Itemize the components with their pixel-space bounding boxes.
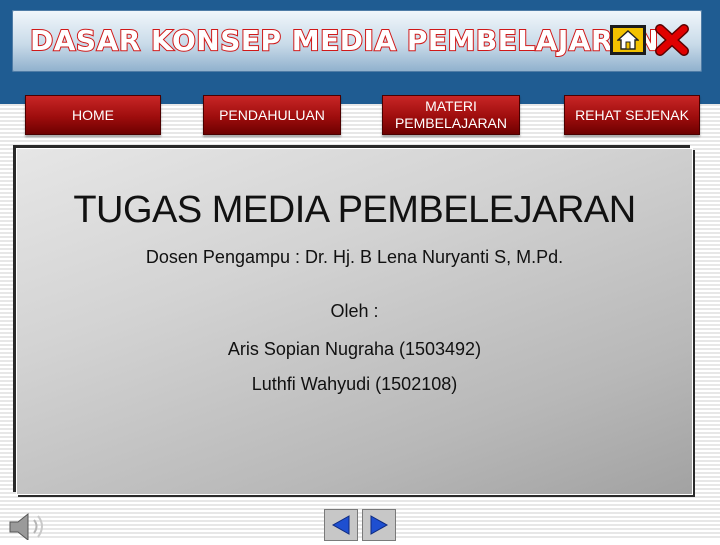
close-button[interactable] <box>654 24 690 56</box>
content-panel: TUGAS MEDIA PEMBELEJARAN Dosen Pengampu … <box>16 148 693 495</box>
nav-pendahuluan-button[interactable]: PENDAHULUAN <box>203 95 341 135</box>
nav-bar: HOME PENDAHULUAN MATERI PEMBELAJARAN REH… <box>0 95 720 135</box>
home-button[interactable] <box>610 25 646 55</box>
speaker-icon <box>9 512 43 542</box>
content-title: TUGAS MEDIA PEMBELEJARAN <box>73 189 636 231</box>
close-icon <box>655 24 689 56</box>
arrow-left-icon <box>331 515 350 535</box>
oleh-text: Oleh : <box>330 301 379 321</box>
header-bar: DASAR KONSEP MEDIA PEMBELAJARAN <box>0 0 720 104</box>
nav-home-button[interactable]: HOME <box>25 95 161 135</box>
home-icon <box>617 30 639 50</box>
nav-materi-button[interactable]: MATERI PEMBELAJARAN <box>382 95 520 135</box>
nav-rehat-button[interactable]: REHAT SEJENAK <box>564 95 700 135</box>
arrow-right-icon <box>370 515 389 535</box>
next-button[interactable] <box>362 509 396 541</box>
student-name: Aris Sopian Nugraha (1503492) <box>227 339 482 359</box>
prev-button[interactable] <box>324 509 358 541</box>
student-name: Luthfi Wahyudi (1502108) <box>251 374 458 394</box>
speaker-button[interactable] <box>6 508 52 542</box>
page-title: DASAR KONSEP MEDIA PEMBELAJARAN <box>29 23 660 58</box>
dosen-text: Dosen Pengampu : Dr. Hj. B Lena Nuryanti… <box>145 247 564 267</box>
